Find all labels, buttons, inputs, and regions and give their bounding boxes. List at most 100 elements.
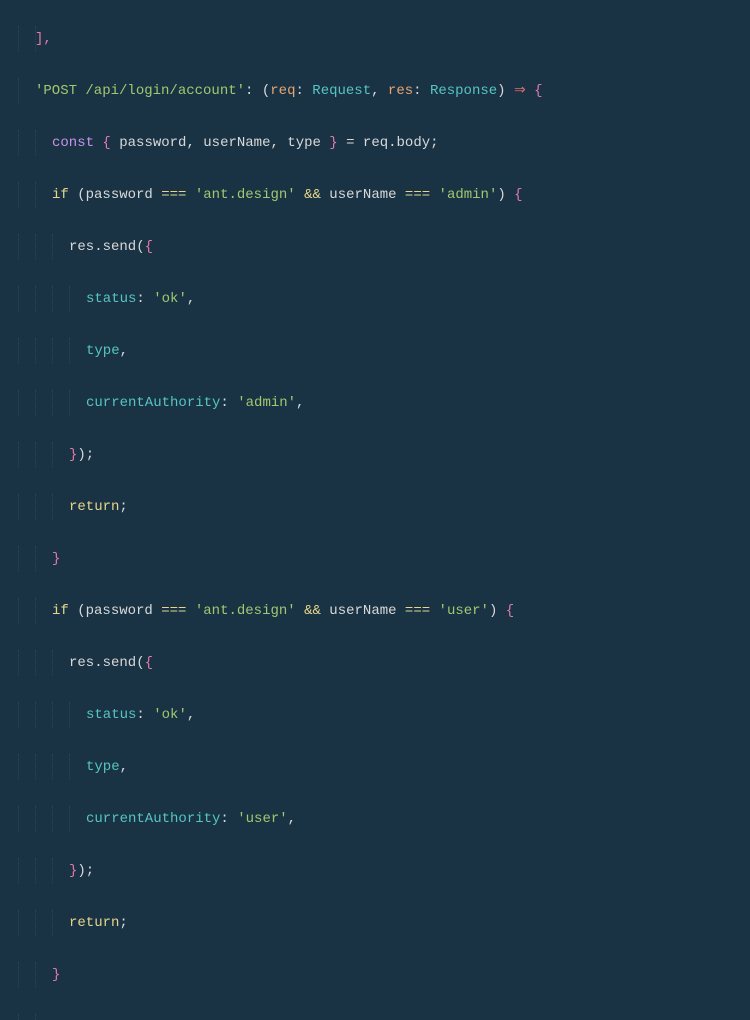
code-line: return; — [18, 910, 750, 936]
code-token: , — [120, 343, 128, 359]
code-token: Request — [312, 83, 371, 99]
code-token: : — [136, 291, 153, 307]
code-token: 'mobile' — [161, 1019, 228, 1020]
code-token: res — [388, 83, 413, 99]
code-token: { — [514, 187, 522, 203]
code-line: } — [18, 546, 750, 572]
code-token: type — [86, 759, 120, 775]
code-line: if (type === 'mobile') { — [18, 1014, 750, 1020]
code-token — [186, 187, 194, 203]
code-token: } — [321, 135, 338, 151]
code-token — [296, 603, 304, 619]
code-token: } — [52, 967, 60, 983]
code-token: type — [86, 343, 120, 359]
code-token: { — [145, 239, 153, 255]
code-token: : — [220, 811, 237, 827]
code-token: ) — [497, 187, 514, 203]
code-token — [430, 603, 438, 619]
code-line: status: 'ok', — [18, 286, 750, 312]
code-token: req — [270, 83, 295, 99]
code-token: 'user' — [439, 603, 489, 619]
code-token: : — [136, 707, 153, 723]
code-token: ) — [497, 83, 514, 99]
code-token: { — [526, 83, 543, 99]
code-token: === — [405, 603, 430, 619]
code-line: if (password === 'ant.design' && userNam… — [18, 182, 750, 208]
code-token: (password — [69, 187, 161, 203]
code-token: return — [69, 499, 119, 515]
code-token: , — [270, 135, 287, 151]
code-token: ); — [77, 447, 94, 463]
code-token: status — [86, 707, 136, 723]
code-token: } — [52, 551, 60, 567]
code-token: , — [371, 83, 388, 99]
code-token: 'ok' — [153, 291, 187, 307]
code-token — [153, 1019, 161, 1020]
code-token: userName — [203, 135, 270, 151]
code-token: { — [94, 135, 119, 151]
code-line: const { password, userName, type } = req… — [18, 130, 750, 156]
code-token: type — [287, 135, 321, 151]
code-token: : ( — [245, 83, 270, 99]
code-token: ) — [489, 603, 506, 619]
code-token: , — [187, 707, 195, 723]
code-line: if (password === 'ant.design' && userNam… — [18, 598, 750, 624]
code-token: 'admin' — [439, 187, 498, 203]
code-token — [430, 187, 438, 203]
code-token: userName — [321, 603, 405, 619]
code-token: === — [128, 1019, 153, 1020]
code-line: res.send({ — [18, 234, 750, 260]
code-token: if — [52, 603, 69, 619]
code-token: const — [52, 135, 94, 151]
code-token: Response — [430, 83, 497, 99]
code-token: , — [186, 135, 203, 151]
code-token: && — [304, 187, 321, 203]
code-token: (password — [69, 603, 161, 619]
code-token: res.send( — [69, 655, 145, 671]
code-token: (type — [69, 1019, 128, 1020]
code-token: ; — [119, 915, 127, 931]
code-token: 'POST /api/login/account' — [35, 83, 245, 99]
code-line: status: 'ok', — [18, 702, 750, 728]
code-token: ; — [119, 499, 127, 515]
code-token: = req.body; — [338, 135, 439, 151]
code-token: if — [52, 1019, 69, 1020]
code-line: type, — [18, 338, 750, 364]
code-line: }); — [18, 442, 750, 468]
code-line: 'POST /api/login/account': (req: Request… — [18, 78, 750, 104]
code-line: ], — [18, 26, 750, 52]
code-token: ); — [77, 863, 94, 879]
code-token: ) — [228, 1019, 245, 1020]
code-token: } — [69, 863, 77, 879]
code-token: , — [296, 395, 304, 411]
code-token: 'user' — [237, 811, 287, 827]
code-token: === — [161, 187, 186, 203]
code-token: , — [187, 291, 195, 307]
code-token: ], — [18, 31, 52, 47]
code-token: 'ant.design' — [195, 187, 296, 203]
code-line: }); — [18, 858, 750, 884]
code-token: { — [245, 1019, 253, 1020]
code-token: ⇒ — [514, 83, 526, 99]
code-token: : — [295, 83, 312, 99]
code-token: status — [86, 291, 136, 307]
code-token: res.send( — [69, 239, 145, 255]
code-line: } — [18, 962, 750, 988]
code-token: === — [405, 187, 430, 203]
code-token: : — [220, 395, 237, 411]
code-token: , — [288, 811, 296, 827]
code-line: type, — [18, 754, 750, 780]
code-token: : — [413, 83, 430, 99]
code-token — [296, 187, 304, 203]
code-token: , — [120, 759, 128, 775]
code-token: return — [69, 915, 119, 931]
code-token — [186, 603, 194, 619]
code-line: return; — [18, 494, 750, 520]
code-line: currentAuthority: 'admin', — [18, 390, 750, 416]
code-token: 'admin' — [237, 395, 296, 411]
code-token: { — [506, 603, 514, 619]
code-line: currentAuthority: 'user', — [18, 806, 750, 832]
code-editor[interactable]: ], 'POST /api/login/account': (req: Requ… — [18, 0, 750, 1020]
code-token: { — [145, 655, 153, 671]
code-token: 'ant.design' — [195, 603, 296, 619]
